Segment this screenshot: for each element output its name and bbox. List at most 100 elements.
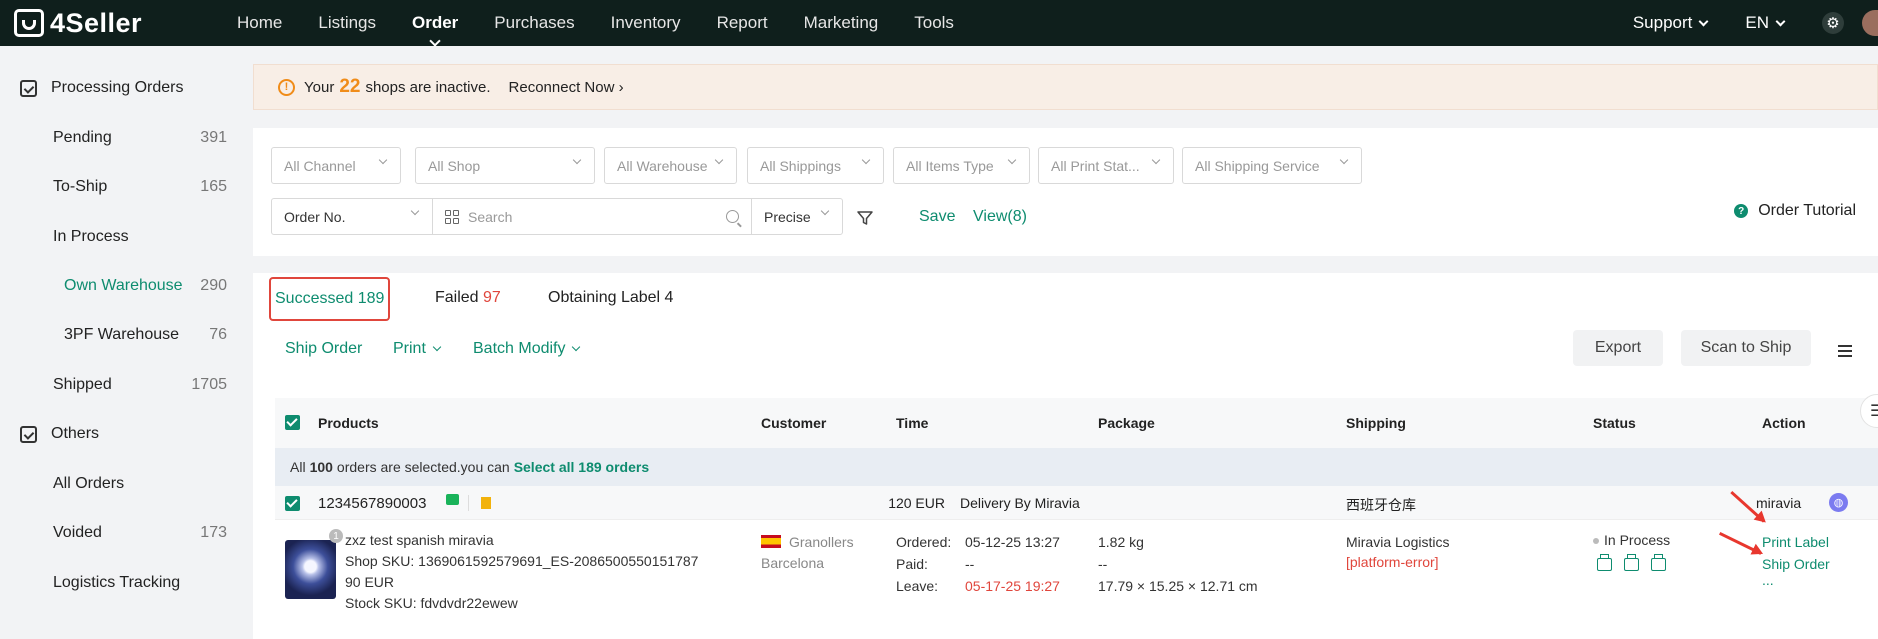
chevron-down-icon bbox=[714, 155, 724, 165]
nav-tools[interactable]: Tools bbox=[914, 13, 954, 33]
sidebar-item-shipped[interactable]: Shipped 1705 bbox=[53, 376, 227, 394]
filter-funnel-icon[interactable] bbox=[856, 209, 874, 227]
logo-text: 4Seller bbox=[50, 7, 143, 38]
printer-icon[interactable] bbox=[1651, 554, 1666, 571]
shipping-service-select[interactable]: All Shipping Service bbox=[1182, 147, 1362, 184]
sidebar-item-count: 165 bbox=[200, 178, 227, 195]
nav-order[interactable]: Order bbox=[412, 13, 458, 33]
search-icon[interactable] bbox=[726, 210, 739, 223]
banner-suffix: shops are inactive. bbox=[365, 78, 491, 96]
search-input[interactable]: Search bbox=[432, 198, 752, 235]
selection-count: 100 bbox=[309, 459, 333, 475]
col-customer: Customer bbox=[761, 415, 827, 431]
chevron-right-icon: › bbox=[618, 78, 624, 96]
delivery-method: Delivery By Miravia bbox=[960, 495, 1080, 511]
tab-count: 97 bbox=[483, 289, 501, 306]
product-name[interactable]: zxz test spanish miravia bbox=[345, 532, 494, 548]
logo[interactable]: 4Seller bbox=[14, 8, 214, 39]
nav-inventory[interactable]: Inventory bbox=[611, 13, 681, 33]
ship-order-link[interactable]: Ship Order bbox=[1762, 556, 1830, 572]
language-menu[interactable]: EN bbox=[1745, 13, 1786, 33]
chevron-down-icon bbox=[861, 155, 871, 165]
support-menu[interactable]: Support bbox=[1633, 13, 1709, 33]
sidebar-item-in-process[interactable]: In Process bbox=[53, 228, 227, 246]
message-icon[interactable] bbox=[446, 494, 459, 505]
banner-prefix: Your bbox=[304, 78, 335, 96]
sidebar-item-to-ship[interactable]: To-Ship 165 bbox=[53, 178, 227, 196]
save-view-button[interactable]: Save bbox=[919, 208, 955, 226]
tab-failed[interactable]: Failed 97 bbox=[435, 289, 501, 307]
ordered-label: Ordered: bbox=[896, 534, 952, 550]
print-label-link[interactable]: Print Label bbox=[1762, 534, 1829, 550]
chevron-down-icon bbox=[1775, 16, 1786, 26]
print-dropdown[interactable]: Print bbox=[393, 340, 442, 358]
sidebar-item-logistics-tracking[interactable]: Logistics Tracking bbox=[53, 574, 227, 592]
match-mode-select[interactable]: Precise bbox=[751, 198, 843, 235]
order-number[interactable]: 1234567890003 bbox=[318, 495, 426, 512]
order-row: 1 zxz test spanish miravia Shop SKU: 136… bbox=[275, 490, 1878, 639]
items-type-select[interactable]: All Items Type bbox=[893, 147, 1030, 184]
tab-label: Failed bbox=[435, 289, 479, 306]
chevron-down-icon bbox=[820, 206, 830, 216]
chevron-down-icon bbox=[1339, 155, 1349, 165]
more-actions-link[interactable]: ... bbox=[1762, 572, 1774, 588]
customer-province: Barcelona bbox=[761, 555, 825, 571]
miravia-platform-icon: ◍ bbox=[1829, 493, 1848, 512]
bookmark-icon[interactable] bbox=[481, 497, 491, 509]
carrier-error: [platform-error] bbox=[1346, 554, 1439, 570]
shop-select[interactable]: All Shop bbox=[415, 147, 595, 184]
help-icon: ? bbox=[1734, 204, 1749, 218]
order-tutorial-link[interactable]: ? Order Tutorial bbox=[1734, 202, 1856, 220]
nav-marketing[interactable]: Marketing bbox=[804, 13, 879, 33]
printer-icon[interactable] bbox=[1597, 554, 1612, 571]
reconnect-now-link[interactable]: Reconnect Now › bbox=[509, 79, 624, 96]
tutorial-label: Order Tutorial bbox=[1758, 202, 1856, 219]
printer-icon[interactable] bbox=[1624, 554, 1639, 571]
tab-obtaining-label[interactable]: Obtaining Label 4 bbox=[548, 289, 673, 307]
shippings-select[interactable]: All Shippings bbox=[747, 147, 884, 184]
sidebar-item-voided[interactable]: Voided 173 bbox=[53, 524, 227, 542]
order-checkbox[interactable] bbox=[285, 496, 300, 511]
scan-to-ship-button[interactable]: Scan to Ship bbox=[1681, 330, 1811, 366]
col-status: Status bbox=[1593, 415, 1636, 431]
sidebar-item-all-orders[interactable]: All Orders bbox=[53, 475, 227, 493]
col-products: Products bbox=[318, 415, 379, 431]
views-button[interactable]: View(8) bbox=[973, 208, 1027, 226]
selection-text: orders are selected.you can bbox=[336, 459, 510, 475]
nav-purchases[interactable]: Purchases bbox=[494, 13, 574, 33]
search-field-select[interactable]: Order No. bbox=[271, 198, 433, 235]
stock-sku: Stock SKU: fdvdvdr22ewew bbox=[345, 595, 518, 611]
annotation-arrow bbox=[1718, 531, 1762, 555]
chevron-down-icon bbox=[572, 342, 581, 352]
nav-listings[interactable]: Listings bbox=[318, 13, 376, 33]
sidebar-item-3pf-warehouse[interactable]: 3PF Warehouse 76 bbox=[64, 326, 227, 344]
top-right-controls: Support EN ⚙ bbox=[1633, 0, 1878, 46]
inactive-shops-banner: ! Your 22 shops are inactive. Reconnect … bbox=[253, 64, 1878, 110]
sidebar-group-others[interactable]: Others bbox=[20, 425, 99, 443]
gear-icon[interactable]: ⚙ bbox=[1822, 12, 1844, 34]
nav-home[interactable]: Home bbox=[237, 13, 282, 33]
chevron-down-icon bbox=[572, 155, 582, 165]
select-all-orders-link[interactable]: Select all 189 orders bbox=[514, 459, 649, 475]
channel-select[interactable]: All Channel bbox=[271, 147, 401, 184]
tab-successed[interactable]: Successed 189 bbox=[269, 277, 391, 321]
warehouse-select[interactable]: All Warehouse bbox=[604, 147, 737, 184]
order-header-row: 1234567890003 120 EUR Delivery By Miravi… bbox=[275, 486, 1878, 520]
col-shipping: Shipping bbox=[1346, 415, 1406, 431]
sidebar-item-pending[interactable]: Pending 391 bbox=[53, 129, 227, 147]
package-weight: 1.82 kg bbox=[1098, 534, 1144, 550]
print-status-select[interactable]: All Print Stat... bbox=[1038, 147, 1174, 184]
sidebar-group-processing[interactable]: Processing Orders bbox=[20, 79, 184, 97]
avatar[interactable] bbox=[1862, 10, 1878, 36]
column-settings-icon[interactable] bbox=[1838, 345, 1852, 357]
ship-order-button[interactable]: Ship Order bbox=[285, 340, 362, 358]
order-amount: 120 EUR bbox=[888, 495, 945, 511]
sidebar-item-own-warehouse[interactable]: Own Warehouse 290 bbox=[64, 277, 227, 295]
banner-count: 22 bbox=[339, 76, 361, 97]
product-thumbnail[interactable] bbox=[285, 540, 336, 599]
sidebar-item-label: Own Warehouse bbox=[64, 277, 183, 294]
export-button[interactable]: Export bbox=[1573, 330, 1663, 366]
select-all-checkbox[interactable] bbox=[285, 415, 300, 430]
batch-modify-dropdown[interactable]: Batch Modify bbox=[473, 340, 581, 358]
nav-report[interactable]: Report bbox=[717, 13, 768, 33]
